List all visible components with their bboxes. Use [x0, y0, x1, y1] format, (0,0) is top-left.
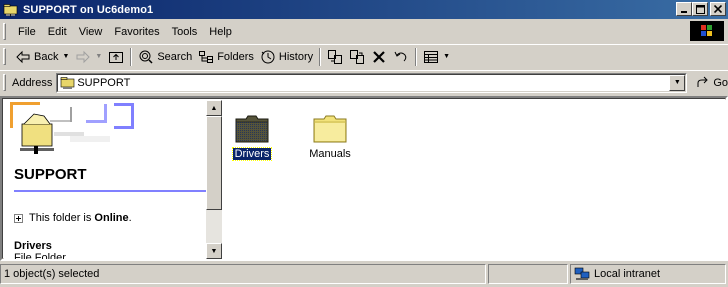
- minimize-button[interactable]: [676, 2, 692, 16]
- title-underline: [14, 190, 206, 192]
- folder-icon: [312, 114, 348, 144]
- menu-view[interactable]: View: [73, 26, 109, 38]
- close-icon: [714, 5, 722, 13]
- history-clock-icon: [260, 49, 276, 65]
- minimize-icon: [681, 10, 687, 13]
- windows-logo-icon: [690, 21, 724, 41]
- network-folder-banner-icon: [10, 102, 134, 154]
- forward-dropdown-icon[interactable]: ▼: [95, 53, 102, 60]
- window-title: SUPPORT on Uc6demo1: [23, 3, 154, 16]
- online-text: This folder is Online.: [29, 212, 132, 224]
- folders-button[interactable]: Folders: [195, 46, 257, 68]
- selected-item-type: File Folder: [14, 252, 66, 259]
- address-label: Address: [11, 76, 53, 89]
- selected-item-name: Drivers: [14, 240, 52, 252]
- go-arrow-icon: [695, 75, 711, 91]
- history-label: History: [278, 50, 314, 63]
- online-status: This folder is Online.: [14, 212, 132, 224]
- maximize-icon: [695, 4, 705, 14]
- address-value: SUPPORT: [77, 76, 131, 89]
- move-to-button[interactable]: [324, 46, 346, 68]
- address-dropdown-button[interactable]: ▼: [669, 74, 686, 91]
- copy-to-button[interactable]: [346, 46, 368, 68]
- delete-x-icon: [371, 49, 387, 65]
- go-button[interactable]: Go: [695, 75, 728, 91]
- title-bar[interactable]: SUPPORT on Uc6demo1: [0, 0, 728, 19]
- menubar-grip[interactable]: [3, 23, 6, 40]
- back-arrow-icon: [15, 49, 31, 65]
- menu-file[interactable]: File: [12, 26, 42, 38]
- online-status-value: Online: [94, 212, 129, 224]
- web-view-pane: SUPPORT This folder is Online. Drivers F…: [4, 100, 206, 259]
- status-bar: 1 object(s) selected Local intranet: [0, 263, 728, 285]
- views-button[interactable]: ▼: [420, 46, 453, 68]
- toolbar-separator: [319, 47, 322, 66]
- forward-button[interactable]: ▼: [72, 46, 105, 68]
- folder-item-manuals[interactable]: Manuals: [300, 114, 360, 160]
- toolbar-separator: [130, 47, 133, 66]
- left-pane-scrollbar[interactable]: ▲ ▼: [206, 100, 222, 259]
- folder-item-drivers[interactable]: Drivers: [222, 114, 282, 161]
- address-input[interactable]: SUPPORT ▼: [56, 72, 688, 94]
- back-button[interactable]: Back ▼: [12, 46, 72, 68]
- status-selection: 1 object(s) selected: [0, 264, 486, 284]
- folders-tree-icon: [198, 49, 214, 65]
- folder-title: SUPPORT: [14, 166, 87, 183]
- folder-icon-selected: [234, 114, 270, 144]
- address-bar: Address SUPPORT ▼ Go: [0, 70, 728, 94]
- undo-button[interactable]: [390, 46, 412, 68]
- menu-favorites[interactable]: Favorites: [108, 26, 165, 38]
- online-status-icon: [14, 213, 23, 223]
- address-input-border: [57, 73, 687, 92]
- status-zone: Local intranet: [570, 264, 726, 284]
- standard-toolbar: Back ▼ ▼ Search Folders History ▼: [0, 44, 728, 68]
- menu-edit[interactable]: Edit: [42, 26, 73, 38]
- explorer-content: SUPPORT This folder is Online. Drivers F…: [0, 96, 728, 261]
- network-folder-icon: [3, 3, 19, 17]
- views-icon: [423, 49, 439, 65]
- undo-icon: [393, 49, 409, 65]
- search-label: Search: [157, 50, 193, 63]
- delete-button[interactable]: [368, 46, 390, 68]
- zone-label: Local intranet: [594, 268, 661, 280]
- move-to-icon: [327, 49, 343, 65]
- search-icon: [138, 49, 154, 65]
- window-controls: [676, 2, 726, 16]
- views-dropdown-icon[interactable]: ▼: [443, 53, 450, 60]
- scroll-down-button[interactable]: ▼: [206, 243, 222, 259]
- folder-label: Manuals: [309, 148, 351, 160]
- folder-label: Drivers: [231, 147, 273, 161]
- up-button[interactable]: [105, 46, 127, 68]
- scroll-up-button[interactable]: ▲: [206, 100, 222, 116]
- toolbar-separator: [415, 47, 418, 66]
- copy-to-icon: [349, 49, 365, 65]
- network-folder-icon: [60, 75, 76, 94]
- online-suffix: .: [128, 212, 132, 224]
- menu-bar: File Edit View Favorites Tools Help: [0, 21, 728, 42]
- status-panel-empty: [488, 264, 568, 284]
- online-prefix: This folder is: [29, 212, 95, 224]
- local-intranet-icon: [574, 266, 590, 282]
- forward-arrow-icon: [75, 49, 91, 65]
- back-label: Back: [34, 50, 59, 63]
- addressbar-grip[interactable]: [3, 74, 6, 91]
- back-dropdown-icon[interactable]: ▼: [62, 53, 69, 60]
- file-list: Drivers Manuals: [222, 100, 726, 259]
- toolbar-grip[interactable]: [3, 48, 6, 65]
- history-button[interactable]: History: [257, 46, 316, 68]
- scroll-thumb[interactable]: [206, 116, 222, 210]
- go-label: Go: [713, 76, 728, 89]
- menu-tools[interactable]: Tools: [166, 26, 204, 38]
- folders-label: Folders: [217, 50, 254, 63]
- maximize-button[interactable]: [692, 2, 708, 16]
- search-button[interactable]: Search: [135, 46, 195, 68]
- close-button[interactable]: [710, 2, 726, 16]
- menu-help[interactable]: Help: [203, 26, 238, 38]
- up-folder-icon: [108, 49, 124, 65]
